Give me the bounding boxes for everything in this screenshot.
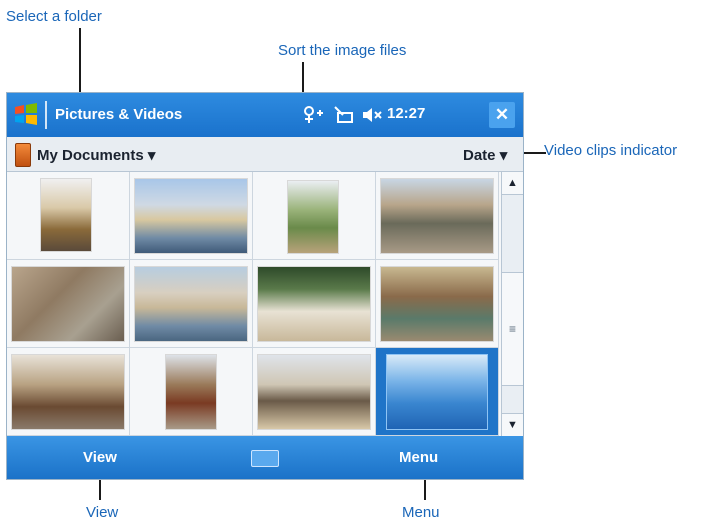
thumbnail-image[interactable] [134,266,248,342]
folder-icon [15,143,31,167]
thumbnail-image[interactable] [380,266,494,342]
thumbnail-cell[interactable] [7,172,130,260]
thumbnail-cell[interactable] [376,172,499,260]
close-button[interactable]: ✕ [489,102,515,128]
thumbnail-image[interactable] [257,354,371,430]
windows-start-icon[interactable] [13,101,39,127]
toolbar: My Documents ▾ Date ▾ [7,137,523,172]
thumbnail-image[interactable] [165,354,217,430]
thumbnail-image[interactable] [287,180,339,254]
callout-view: View [86,504,119,521]
callout-menu: Menu [402,504,440,521]
folder-dropdown-label: My Documents [37,147,144,164]
thumbnail-cell[interactable] [7,260,130,348]
vertical-scrollbar[interactable]: ▲ ≡ ▼ [501,172,523,436]
phone-signal-off-icon[interactable] [333,105,355,125]
keyboard-icon[interactable] [251,450,279,467]
scrollbar-thumb[interactable]: ≡ [502,272,523,386]
callout-video-indicator: Video clips indicator [544,142,678,159]
softkey-bar: View Menu [7,436,523,479]
view-softkey[interactable]: View [83,449,117,466]
title-bar: Pictures & Videos 12:27 ✕ [7,93,523,137]
thumbnail-grid [7,172,501,436]
volume-muted-icon[interactable] [361,105,383,125]
thumbnail-cell[interactable] [130,260,253,348]
sort-dropdown[interactable]: Date ▾ [463,146,507,164]
thumbnail-image[interactable] [134,178,248,254]
scroll-down-icon[interactable]: ▼ [502,413,523,436]
thumbnail-cell[interactable] [253,348,376,436]
thumbnail-image[interactable] [11,266,125,342]
sort-dropdown-label: Date [463,147,496,164]
folder-dropdown[interactable]: My Documents ▾ [37,146,155,164]
thumbnail-image[interactable] [386,354,488,430]
thumbnail-cell[interactable] [7,348,130,436]
scroll-up-icon[interactable]: ▲ [502,172,523,195]
thumbnail-image[interactable] [11,354,125,430]
thumbnail-cell[interactable] [376,260,499,348]
title-separator [45,101,47,129]
device-screen: Pictures & Videos 12:27 ✕ My Documents ▾… [6,92,524,480]
callout-sort-files: Sort the image files [278,42,407,59]
menu-softkey[interactable]: Menu [399,449,438,466]
thumbnail-cell[interactable] [253,260,376,348]
thumbnail-image[interactable] [380,178,494,254]
thumbnail-cell[interactable] [253,172,376,260]
thumbnail-image[interactable] [40,178,92,252]
thumbnail-cell[interactable] [130,172,253,260]
chevron-down-icon: ▾ [499,147,508,164]
connectivity-icon[interactable] [303,105,325,125]
chevron-down-icon: ▾ [147,147,156,164]
clock[interactable]: 12:27 [387,105,425,122]
thumbnail-cell[interactable] [130,348,253,436]
thumbnail-cell-selected[interactable] [376,348,499,436]
thumbnail-image[interactable] [257,266,371,342]
app-title: Pictures & Videos [55,106,183,123]
callout-select-folder: Select a folder [6,8,102,25]
